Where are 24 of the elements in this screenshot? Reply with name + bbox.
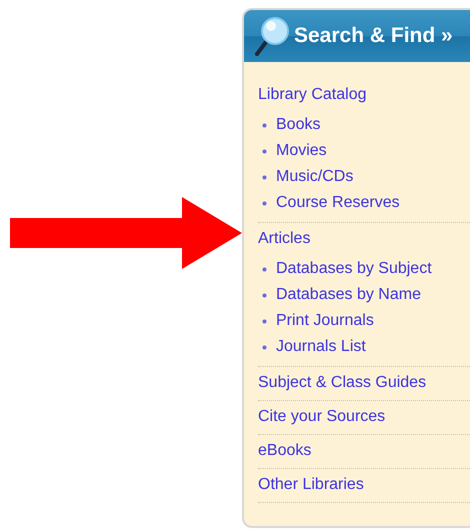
section-link[interactable]: Cite your Sources xyxy=(258,406,386,428)
sub-link[interactable]: Databases by Subject xyxy=(276,258,432,280)
sub-link[interactable]: Databases by Name xyxy=(276,284,421,306)
sub-link[interactable]: Movies xyxy=(276,140,327,162)
sub-link[interactable]: Journals List xyxy=(276,336,366,358)
bullet-icon xyxy=(262,318,267,324)
bullet-icon xyxy=(262,200,267,206)
section-link[interactable]: Other Libraries xyxy=(258,474,364,496)
bullet-icon xyxy=(262,148,267,154)
bullet-icon xyxy=(262,122,267,128)
panel-title: Search & Find » xyxy=(294,24,453,48)
sub-link[interactable]: Books xyxy=(276,114,320,136)
section-link[interactable]: eBooks xyxy=(258,440,312,462)
sub-link[interactable]: Course Reserves xyxy=(276,192,400,214)
section-link[interactable]: Subject & Class Guides xyxy=(258,372,426,394)
bullet-icon xyxy=(262,292,267,298)
section-link[interactable]: Library Catalog xyxy=(258,84,366,106)
bullet-icon xyxy=(262,174,267,180)
search-icon xyxy=(254,16,290,56)
sub-link[interactable]: Music/CDs xyxy=(276,166,354,188)
sub-link[interactable]: Print Journals xyxy=(276,310,374,332)
section-link[interactable]: Articles xyxy=(258,228,310,250)
bullet-icon xyxy=(262,344,267,350)
bullet-icon xyxy=(262,266,267,272)
